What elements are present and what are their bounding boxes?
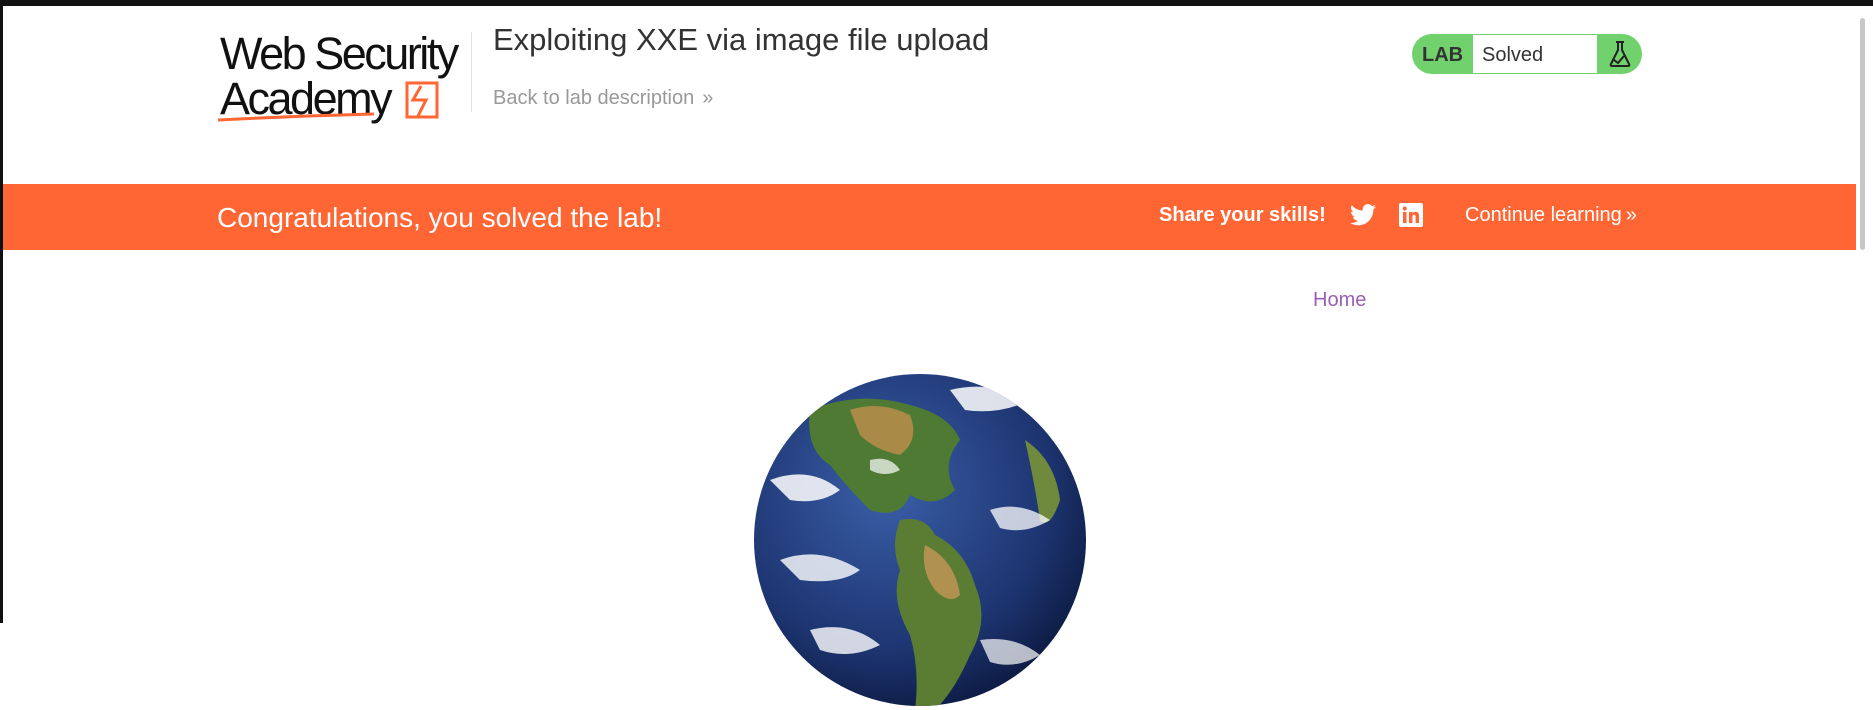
window-left-border xyxy=(0,0,3,623)
linkedin-icon[interactable] xyxy=(1399,203,1423,227)
lab-title: Exploiting XXE via image file upload xyxy=(493,22,990,57)
web-security-academy-logo[interactable]: Web Security Academy xyxy=(216,28,472,126)
continue-learning-link[interactable]: Continue learning» xyxy=(1465,204,1637,227)
twitter-icon[interactable] xyxy=(1350,204,1376,226)
header-divider xyxy=(471,32,472,112)
back-link-label: Back to lab description xyxy=(493,87,695,109)
back-to-lab-description-link[interactable]: Back to lab description » xyxy=(493,87,713,110)
home-link[interactable]: Home xyxy=(1313,289,1366,312)
congratulations-message: Congratulations, you solved the lab! xyxy=(217,202,663,233)
earth-globe-image xyxy=(754,374,1086,706)
logo-mark-icon xyxy=(217,81,439,122)
scrollbar[interactable] xyxy=(1860,18,1865,250)
lab-badge: LAB xyxy=(1422,44,1464,66)
continue-learning-label: Continue learning xyxy=(1465,204,1622,226)
lab-status-widget: LAB Solved xyxy=(1412,34,1642,74)
window-top-border xyxy=(0,0,1873,6)
lab-status-text: Solved xyxy=(1482,44,1544,66)
flask-icon xyxy=(1609,41,1631,67)
double-chevron-right-icon: » xyxy=(1625,204,1637,226)
congratulations-banner: Congratulations, you solved the lab! Sha… xyxy=(3,184,1856,250)
share-skills-label: Share your skills! xyxy=(1159,204,1326,226)
double-chevron-right-icon: » xyxy=(702,87,714,109)
status-box: Solved xyxy=(1473,35,1597,73)
